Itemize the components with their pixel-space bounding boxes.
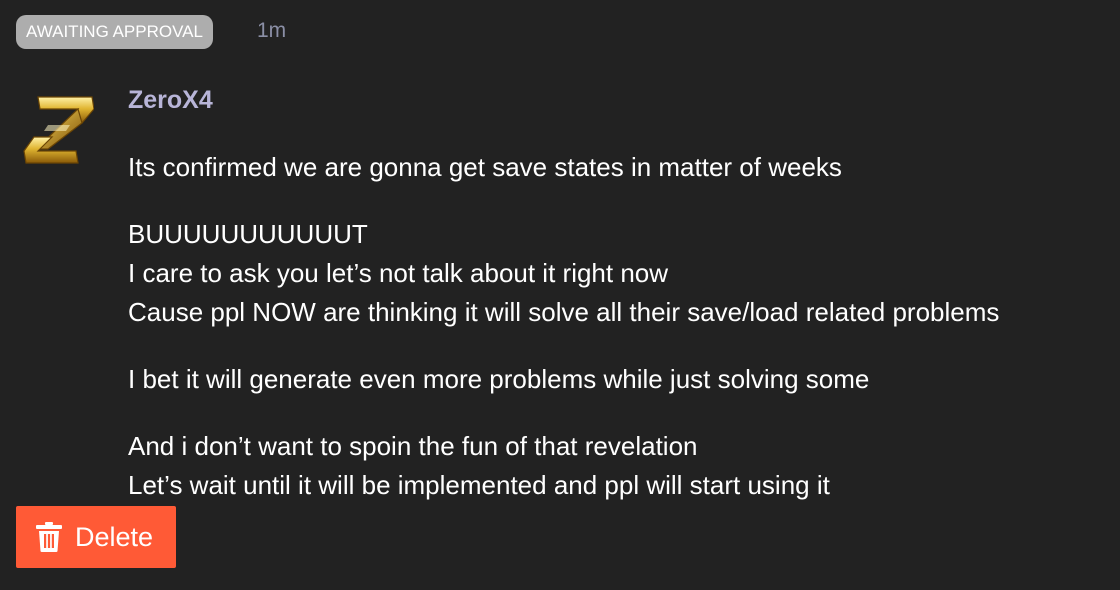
post-message: Its confirmed we are gonna get save stat… — [128, 148, 1108, 533]
zero-x4-logo-icon[interactable] — [22, 95, 95, 165]
message-paragraph: And i don’t want to spoin the fun of tha… — [128, 427, 1108, 505]
avatar-logo-svg — [23, 96, 95, 164]
message-line: Let’s wait until it will be implemented … — [128, 470, 830, 500]
post-card: AWAITING APPROVAL 1m ZeroX4 Its confirme… — [0, 0, 1120, 590]
delete-button-label: Delete — [75, 521, 154, 552]
message-line: Its confirmed we are gonna get save stat… — [128, 152, 842, 182]
message-paragraph: Its confirmed we are gonna get save stat… — [128, 148, 1108, 187]
message-paragraph: I bet it will generate even more problem… — [128, 360, 1108, 399]
trash-icon — [36, 522, 62, 552]
message-paragraph: BUUUUUUUUUUUT I care to ask you let’s no… — [128, 215, 1108, 332]
delete-button[interactable]: Delete — [16, 506, 176, 568]
message-line: BUUUUUUUUUUUT — [128, 219, 368, 249]
message-line: I care to ask you let’s not talk about i… — [128, 258, 669, 288]
post-timestamp: 1m — [257, 19, 287, 42]
message-line: And i don’t want to spoin the fun of tha… — [128, 431, 698, 461]
status-badge: AWAITING APPROVAL — [16, 15, 213, 49]
message-line: I bet it will generate even more problem… — [128, 364, 870, 394]
author-name[interactable]: ZeroX4 — [128, 85, 213, 115]
message-line: Cause ppl NOW are thinking it will solve… — [128, 297, 1000, 327]
